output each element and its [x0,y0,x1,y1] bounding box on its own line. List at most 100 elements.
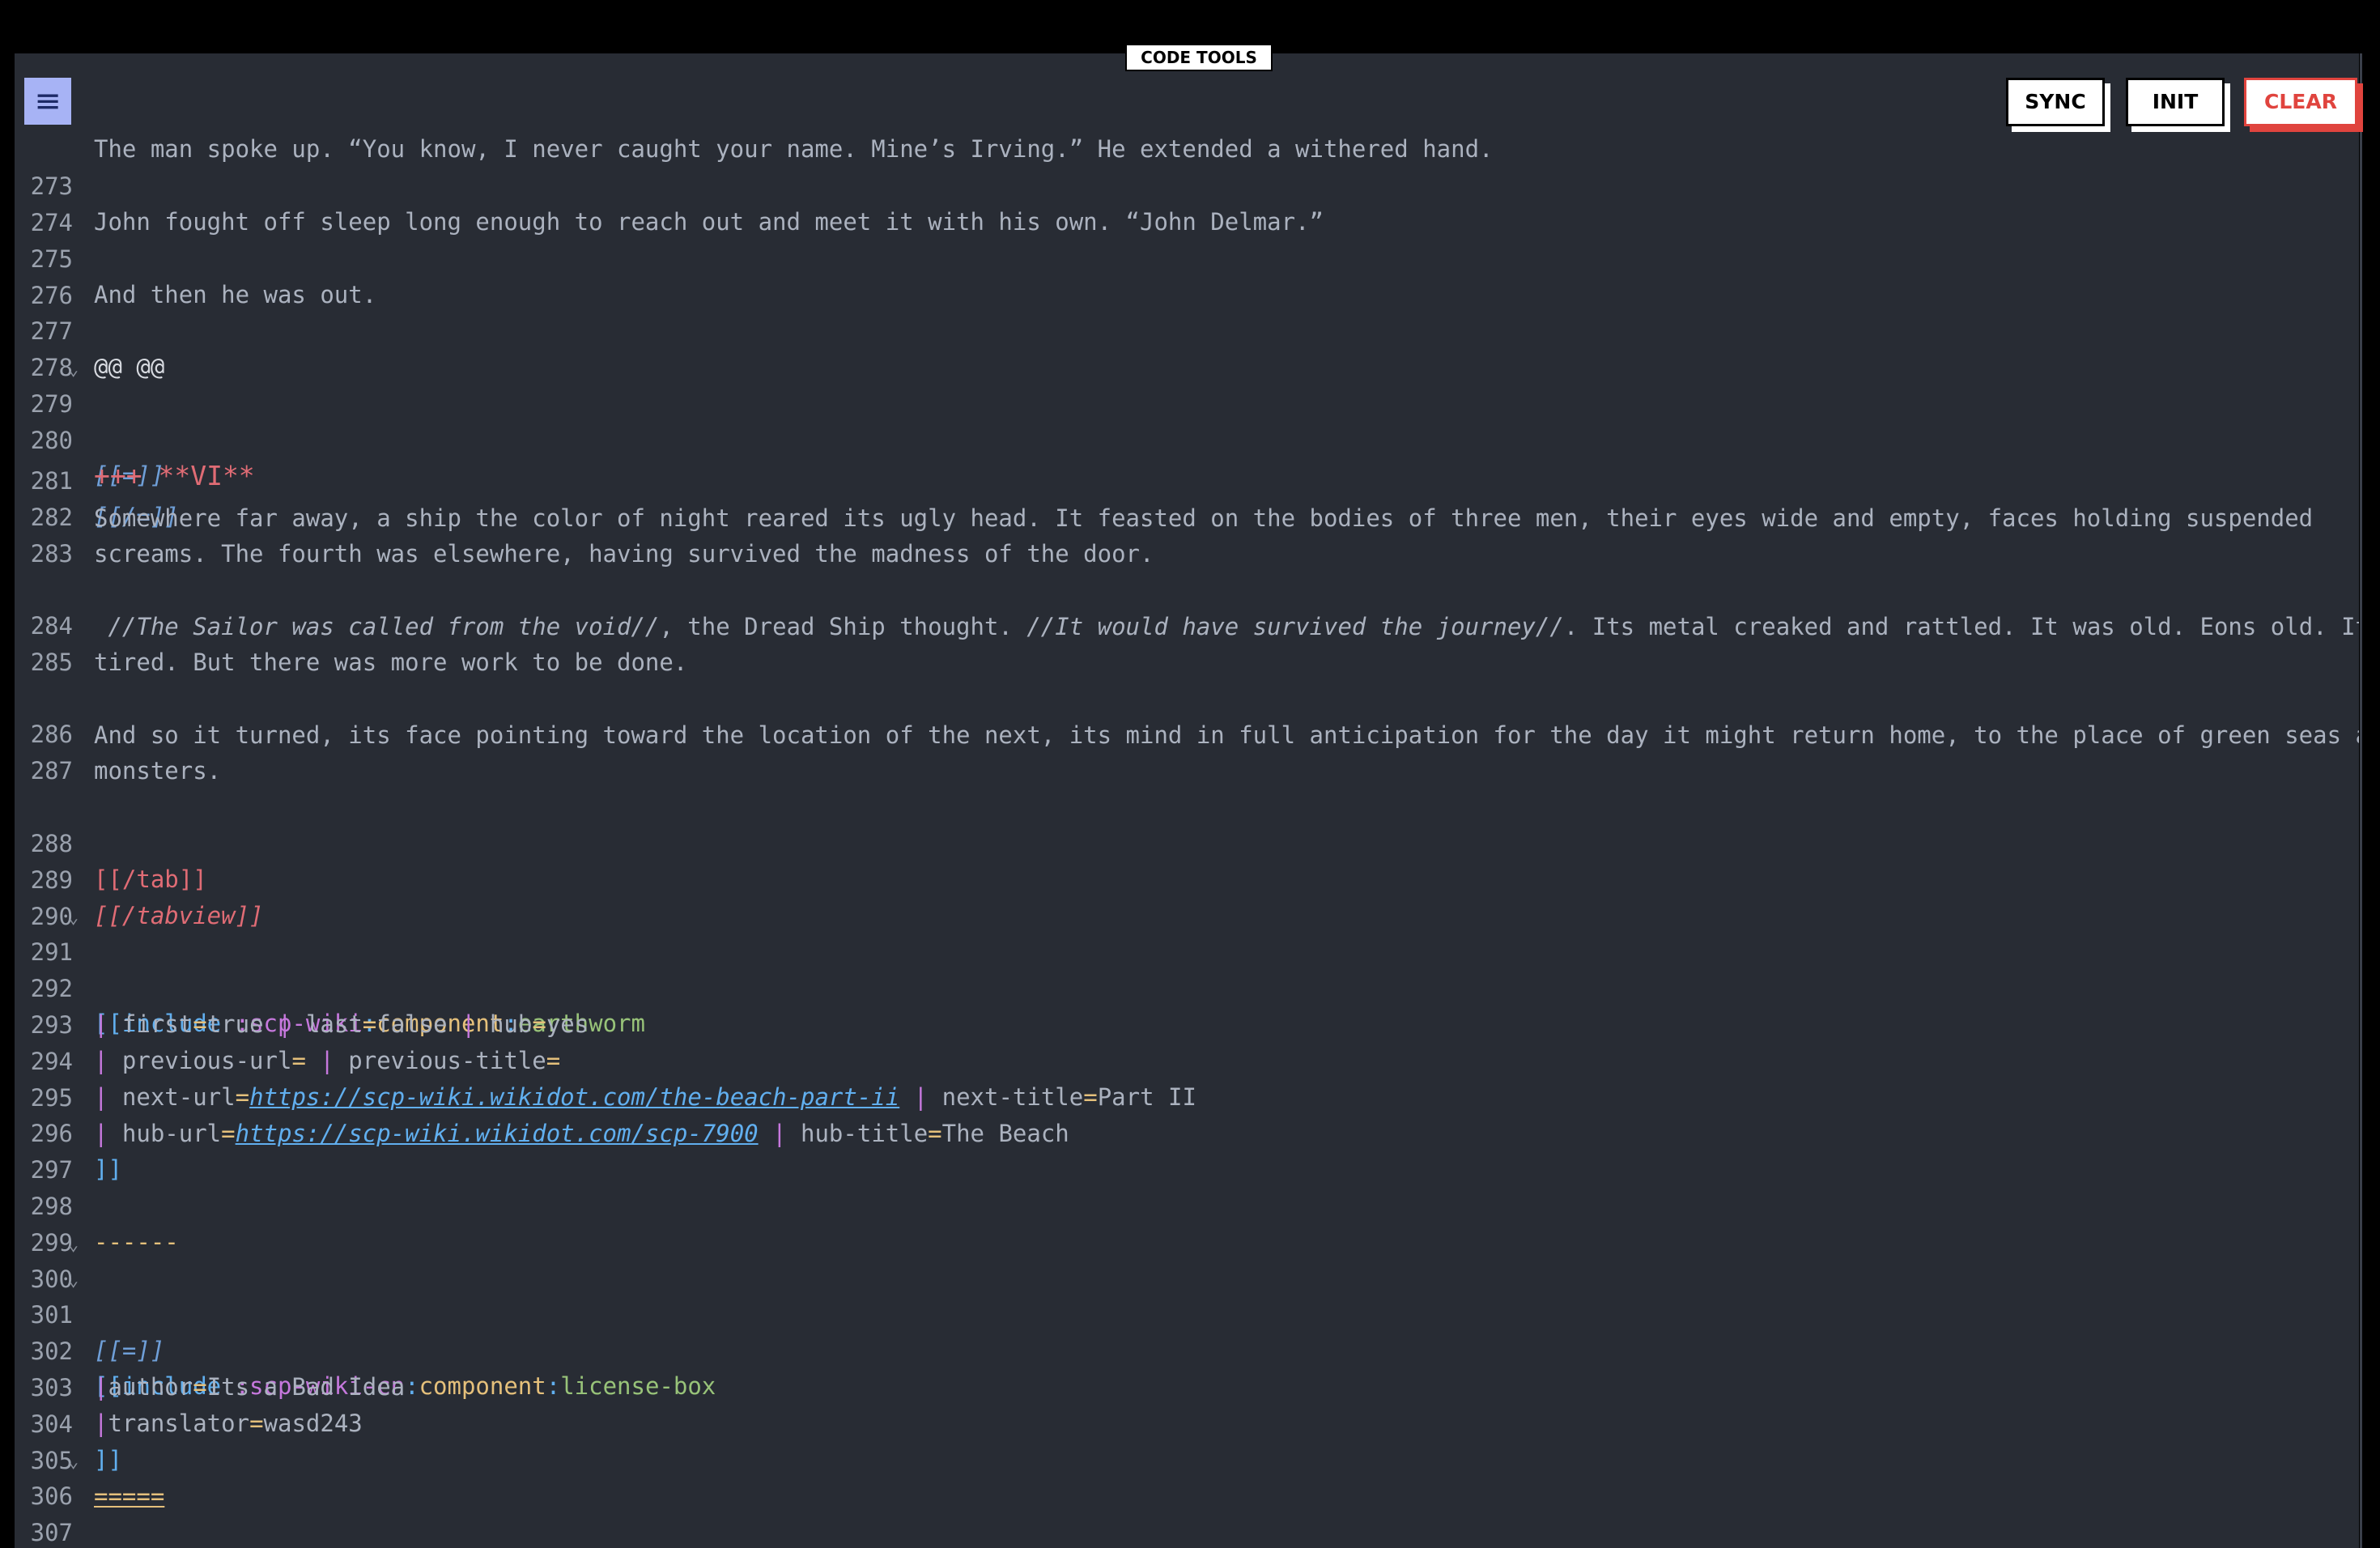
line-text: //The Sailor was called from the void//,… [94,609,2359,644]
editor-line: 286 [15,681,73,748]
line-text: ------ [94,1228,179,1256]
equals: = [193,1010,207,1038]
pipe: | [447,1010,490,1038]
line-text: [[=]] [94,1337,165,1364]
chevron-down-icon[interactable]: ⌄ [68,900,79,936]
param-value: false [376,1010,448,1038]
editor-line: 295 | hub-url=https://scp-wiki.wikidot.c… [15,1044,1069,1147]
editor-line: 285 //The Sailor was called from the voi… [15,609,2359,682]
editor-line: 298 ------ [15,1153,179,1256]
line-text: ]] [94,1446,122,1474]
line-text: Somewhere far away, a ship the color of … [94,504,2314,532]
editor-line: 287 And so it turned, its face pointing … [15,717,2359,790]
pipe: | [94,1373,108,1401]
editor-line: 276 [15,242,73,309]
chevron-down-icon[interactable]: ⌄ [68,1444,79,1480]
param-key: next-url [121,1083,236,1111]
separator: : [405,1372,419,1400]
equals: = [1083,1083,1098,1111]
line-text: ===== [94,1482,165,1510]
line-text: And so it turned, its face pointing towa… [94,721,2359,749]
pipe: | [899,1083,942,1111]
chevron-down-icon[interactable]: ⌄ [68,352,79,388]
line-text: +++ **VI** [94,460,255,491]
line-text: John fought off sleep long enough to rea… [94,208,1324,236]
line-text-wrapped: monsters. [94,757,222,785]
code-editor[interactable]: 271 The man spoke up. “You know, I never… [15,53,2359,1548]
editor-line: 293 | previous-url= | previous-title= [15,972,561,1074]
component-keyword: component [419,1372,546,1400]
editor-line: 288 [[/tab]] [15,790,207,893]
editor-line: 284 [15,572,73,640]
equals: = [249,1410,264,1437]
param-key: translator [108,1410,250,1437]
scrollbar-track[interactable] [2360,53,2362,1548]
line-text: | first=true | last=false | hub=yes [94,1006,589,1042]
chevron-down-icon[interactable]: ⌄ [68,1263,79,1299]
url-link[interactable]: https://scp-wiki.wikidot.com/the-beach-p… [249,1083,899,1111]
param-value: Part II [1097,1083,1196,1111]
equals: = [193,1373,207,1401]
editor-line: 294 | next-url=https://scp-wiki.wikidot.… [15,1008,1196,1111]
editor-line: 297 [15,1116,73,1184]
menu-button[interactable]: ≡ [24,78,71,125]
equals: = [546,1047,561,1074]
editor-line: 301 ⌄ [[include :scp-wiki-cn:component:l… [15,1261,716,1400]
editor-line: 302 |author=Its a Bad Idea [15,1298,406,1401]
editor-line: 279 ⌄ [[=]] [15,351,165,489]
param-value: wasd243 [263,1410,363,1437]
line-text: | hub-url=https://scp-wiki.wikidot.com/s… [94,1116,1069,1151]
param-key: next-title [941,1083,1084,1111]
editor-line: 306 ⌄ [[<]] [15,1443,79,1510]
line-text: [[/tabview]] [94,902,264,929]
line-text: |author=Its a Bad Idea [94,1369,405,1405]
pipe: | [94,1120,122,1147]
italic-text: //The Sailor was called from the void// [94,613,660,640]
editor-line: 274 [15,169,73,236]
sync-button[interactable]: SYNC [2006,78,2105,126]
separator: : [546,1372,561,1400]
param-value: yes [546,1010,589,1038]
line-number: 287 [30,757,73,785]
equals: = [362,1010,377,1038]
chevron-down-icon[interactable]: ⌄ [68,1227,79,1263]
param-key: first [121,1010,193,1038]
line-number: 283 [30,540,73,568]
param-value: true [206,1010,264,1038]
url-link[interactable]: https://scp-wiki.wikidot.com/scp-7900 [236,1120,759,1147]
param-value: The Beach [941,1120,1069,1147]
param-value: Its a Bad Idea [206,1373,406,1401]
plain-text: , the Dread Ship thought. [659,613,1027,640]
param-key: hub-title [801,1120,929,1147]
editor-line: 283 Somewhere far away, a ship the color… [15,500,2314,573]
clear-button[interactable]: CLEAR [2244,78,2357,126]
equals: = [928,1120,942,1147]
param-key: hub [489,1010,533,1038]
editor-line: 289 [[/tabview]] [15,827,264,929]
pipe: | [263,1010,306,1038]
line-text: [[/tab]] [94,865,207,893]
code-tools-tab[interactable]: CODE TOOLS [1125,44,1273,71]
editor-line: 300 ⌄ [[=]] [15,1226,165,1364]
editor-line: 305 ===== [15,1407,165,1510]
pipe: | [94,1047,122,1074]
editor-line: 299 [15,1189,73,1257]
pipe: | [94,1083,122,1111]
editor-line: 275 And then he was out. [15,206,377,308]
editor-line: 281 [[/=]] [15,427,179,530]
line-text: | next-url = https://scp-wiki.wikidot.com/… [94,1079,1196,1115]
component-name: license-box [560,1372,716,1400]
line-text: ]] [94,1155,122,1183]
italic-text: //It would have survived the journey// [1026,613,1564,640]
line-text: The man spoke up. “You know, I never cau… [94,135,1494,163]
param-key: previous-url [121,1047,292,1074]
editor-line: 291 ⌄ [[include :scp-wiki:component:eart… [15,899,645,1037]
line-number: 285 [30,649,73,676]
equals: = [221,1120,236,1147]
param-key: author [108,1373,193,1401]
editor-line: 303 |translator=wasd243 [15,1334,363,1437]
plain-text: . Its metal creaked and rattled. It was … [1563,613,2359,640]
init-button[interactable]: INIT [2126,78,2225,126]
line-text-wrapped: screams. The fourth was elsewhere, havin… [94,540,1154,568]
pipe: | [305,1047,349,1074]
